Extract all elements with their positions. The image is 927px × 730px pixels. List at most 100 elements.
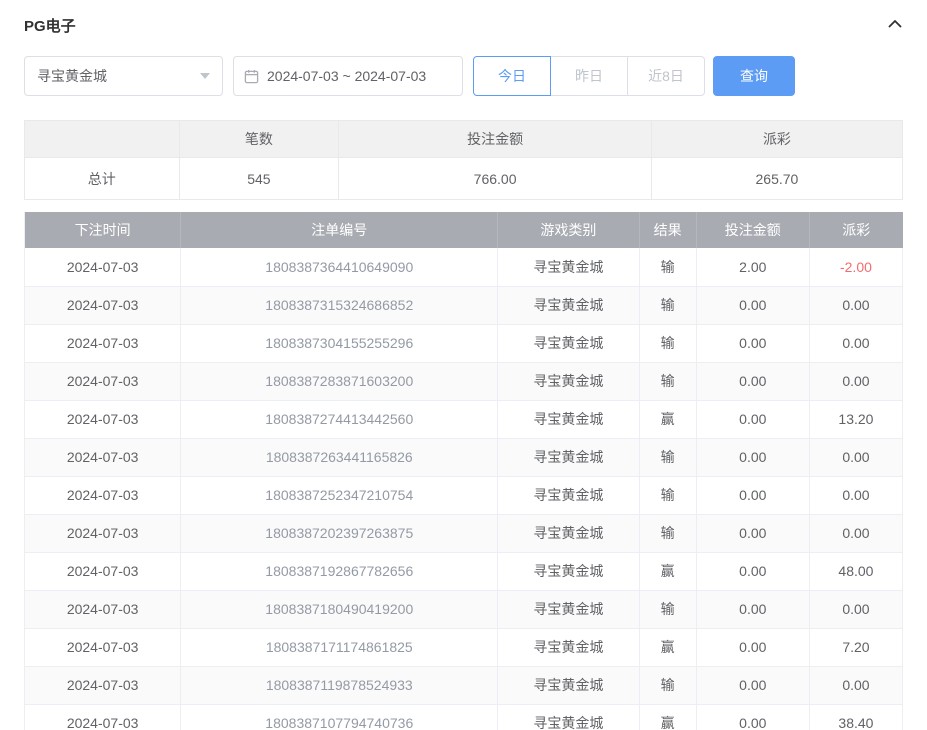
cell-result: 输 <box>639 476 696 514</box>
cell-game: 寻宝黄金城 <box>498 400 639 438</box>
cell-payout: 7.20 <box>809 628 902 666</box>
summary-total-payout: 265.70 <box>651 158 902 200</box>
cell-date: 2024-07-03 <box>25 476 181 514</box>
bet-table-body: 2024-07-03 1808387364410649090 寻宝黄金城 输 2… <box>25 248 903 730</box>
summary-header-count: 笔数 <box>179 121 339 158</box>
game-select-value: 寻宝黄金城 <box>37 66 107 86</box>
summary-header-bet: 投注金额 <box>339 121 652 158</box>
date-range-input[interactable]: 2024-07-03 ~ 2024-07-03 <box>233 56 463 96</box>
cell-result: 输 <box>639 666 696 704</box>
summary-total-label: 总计 <box>25 158 180 200</box>
cell-payout: 0.00 <box>809 514 902 552</box>
calendar-icon <box>244 69 259 84</box>
date-range-value: 2024-07-03 ~ 2024-07-03 <box>267 68 426 84</box>
cell-result: 输 <box>639 362 696 400</box>
cell-result: 赢 <box>639 704 696 730</box>
quick-date-button-group: 今日 昨日 近8日 <box>473 56 705 96</box>
cell-order-id: 1808387315324686852 <box>181 286 498 324</box>
cell-bet-amount: 0.00 <box>696 628 809 666</box>
bet-table: 下注时间 注单编号 游戏类别 结果 投注金额 派彩 2024-07-03 180… <box>24 212 903 730</box>
col-header-payout: 派彩 <box>809 212 902 248</box>
cell-bet-amount: 0.00 <box>696 476 809 514</box>
col-header-id: 注单编号 <box>181 212 498 248</box>
table-row: 2024-07-03 1808387263441165826 寻宝黄金城 输 0… <box>25 438 903 476</box>
cell-result: 赢 <box>639 628 696 666</box>
table-row: 2024-07-03 1808387107794740736 寻宝黄金城 赢 0… <box>25 704 903 730</box>
col-header-game: 游戏类别 <box>498 212 639 248</box>
cell-order-id: 1808387119878524933 <box>181 666 498 704</box>
panel-title: PG电子 <box>24 15 76 36</box>
cell-order-id: 1808387202397263875 <box>181 514 498 552</box>
cell-payout: 0.00 <box>809 666 902 704</box>
cell-date: 2024-07-03 <box>25 628 181 666</box>
filter-bar: 寻宝黄金城 2024-07-03 ~ 2024-07-03 今日 昨日 近8日 … <box>24 56 903 96</box>
today-button[interactable]: 今日 <box>473 56 551 96</box>
cell-payout: 0.00 <box>809 476 902 514</box>
cell-game: 寻宝黄金城 <box>498 476 639 514</box>
cell-bet-amount: 0.00 <box>696 438 809 476</box>
panel-header: PG电子 <box>24 14 903 36</box>
table-row: 2024-07-03 1808387171174861825 寻宝黄金城 赢 0… <box>25 628 903 666</box>
cell-game: 寻宝黄金城 <box>498 362 639 400</box>
cell-date: 2024-07-03 <box>25 248 181 286</box>
cell-order-id: 1808387252347210754 <box>181 476 498 514</box>
table-row: 2024-07-03 1808387180490419200 寻宝黄金城 输 0… <box>25 590 903 628</box>
cell-date: 2024-07-03 <box>25 514 181 552</box>
last8days-button[interactable]: 近8日 <box>627 56 705 96</box>
cell-payout: 0.00 <box>809 324 902 362</box>
cell-date: 2024-07-03 <box>25 286 181 324</box>
table-row: 2024-07-03 1808387252347210754 寻宝黄金城 输 0… <box>25 476 903 514</box>
summary-total-bet: 766.00 <box>339 158 652 200</box>
cell-payout: 13.20 <box>809 400 902 438</box>
summary-header-blank <box>25 121 180 158</box>
table-row: 2024-07-03 1808387304155255296 寻宝黄金城 输 0… <box>25 324 903 362</box>
cell-order-id: 1808387192867782656 <box>181 552 498 590</box>
cell-payout: 0.00 <box>809 286 902 324</box>
cell-order-id: 1808387304155255296 <box>181 324 498 362</box>
cell-order-id: 1808387171174861825 <box>181 628 498 666</box>
cell-order-id: 1808387180490419200 <box>181 590 498 628</box>
cell-payout: 0.00 <box>809 362 902 400</box>
cell-payout: 38.40 <box>809 704 902 730</box>
cell-order-id: 1808387107794740736 <box>181 704 498 730</box>
report-panel: PG电子 寻宝黄金城 2024-07-03 ~ 2024-07-03 今日 昨日… <box>0 0 927 730</box>
search-button[interactable]: 查询 <box>713 56 795 96</box>
col-header-bet: 投注金额 <box>696 212 809 248</box>
cell-result: 输 <box>639 248 696 286</box>
col-header-result: 结果 <box>639 212 696 248</box>
cell-result: 输 <box>639 286 696 324</box>
cell-game: 寻宝黄金城 <box>498 514 639 552</box>
cell-date: 2024-07-03 <box>25 590 181 628</box>
table-row: 2024-07-03 1808387364410649090 寻宝黄金城 输 2… <box>25 248 903 286</box>
cell-result: 输 <box>639 514 696 552</box>
summary-header-row: 笔数 投注金额 派彩 <box>25 121 903 158</box>
cell-bet-amount: 0.00 <box>696 286 809 324</box>
cell-payout: 0.00 <box>809 590 902 628</box>
cell-order-id: 1808387283871603200 <box>181 362 498 400</box>
table-row: 2024-07-03 1808387283871603200 寻宝黄金城 输 0… <box>25 362 903 400</box>
cell-bet-amount: 0.00 <box>696 552 809 590</box>
game-select[interactable]: 寻宝黄金城 <box>24 56 223 96</box>
cell-payout: -2.00 <box>809 248 902 286</box>
cell-result: 输 <box>639 324 696 362</box>
table-row: 2024-07-03 1808387274413442560 寻宝黄金城 赢 0… <box>25 400 903 438</box>
cell-game: 寻宝黄金城 <box>498 704 639 730</box>
cell-result: 赢 <box>639 400 696 438</box>
cell-game: 寻宝黄金城 <box>498 248 639 286</box>
cell-bet-amount: 0.00 <box>696 666 809 704</box>
cell-date: 2024-07-03 <box>25 362 181 400</box>
cell-game: 寻宝黄金城 <box>498 324 639 362</box>
summary-header-payout: 派彩 <box>651 121 902 158</box>
cell-game: 寻宝黄金城 <box>498 438 639 476</box>
cell-result: 输 <box>639 438 696 476</box>
cell-date: 2024-07-03 <box>25 704 181 730</box>
cell-date: 2024-07-03 <box>25 400 181 438</box>
cell-bet-amount: 0.00 <box>696 400 809 438</box>
summary-total-row: 总计 545 766.00 265.70 <box>25 158 903 200</box>
table-row: 2024-07-03 1808387119878524933 寻宝黄金城 输 0… <box>25 666 903 704</box>
cell-game: 寻宝黄金城 <box>498 590 639 628</box>
collapse-button[interactable] <box>887 16 903 35</box>
yesterday-button[interactable]: 昨日 <box>550 56 628 96</box>
cell-payout: 0.00 <box>809 438 902 476</box>
cell-result: 输 <box>639 590 696 628</box>
